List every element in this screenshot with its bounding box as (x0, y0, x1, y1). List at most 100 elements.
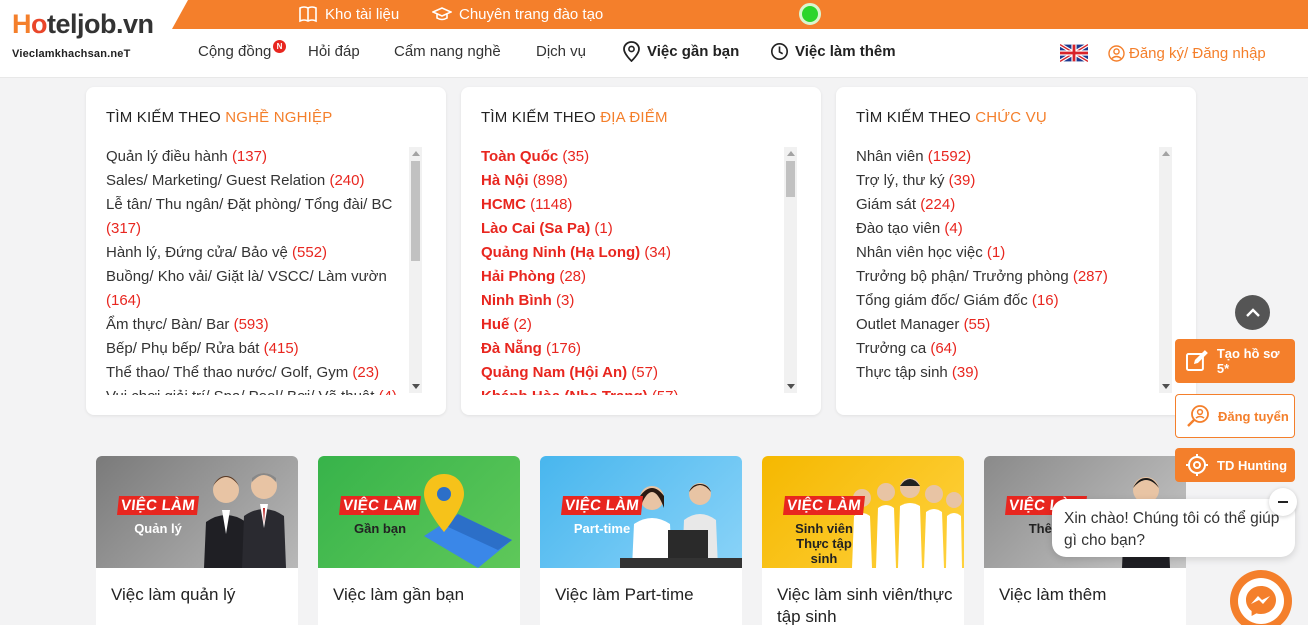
messenger-icon-holder (1238, 578, 1284, 624)
nav-nearby[interactable]: Việc gần bạn (622, 41, 739, 62)
list-item[interactable]: Vui chơi giải trí/ Spa/ Pool/ Bơi/ Võ th… (106, 385, 411, 395)
list-item[interactable]: Trợ lý, thư ký (39) (856, 169, 1161, 193)
list-item-count: (39) (948, 172, 976, 189)
edit-icon (1185, 350, 1208, 371)
target-icon (1186, 454, 1208, 476)
list-item-count: (552) (292, 244, 328, 261)
list-item[interactable]: Trưởng ca (64) (856, 337, 1161, 361)
nav-community[interactable]: Cộng đồng (198, 43, 271, 60)
scrollbar[interactable] (1159, 147, 1172, 393)
chat-greeting-bubble[interactable]: Xin chào! Chúng tôi có thể giúp gì cho b… (1052, 499, 1295, 557)
list-item[interactable]: Ninh Bình (3) (481, 289, 786, 313)
list-item[interactable]: Lào Cai (Sa Pa) (1) (481, 217, 786, 241)
list-item[interactable]: Toàn Quốc (35) (481, 145, 786, 169)
panel-title: TÌM KIẾM THEO NGHỀ NGHIỆP (106, 109, 333, 126)
list-item-label: Ẩm thực/ Bàn/ Bar (106, 316, 234, 333)
uk-flag-icon[interactable] (1060, 44, 1088, 62)
list-item[interactable]: Outlet Manager (55) (856, 313, 1161, 337)
card-title: Việc làm Part-time (555, 585, 694, 604)
location-list: Toàn Quốc (35) Hà Nội (898) HCMC (1148) Lào… (481, 145, 786, 395)
create-cv-button[interactable]: Tạo hồ sơ 5* (1175, 339, 1295, 383)
card-title: Việc làm sinh viên/thực tập sinh (777, 585, 953, 625)
list-item-label: Vui chơi giải trí/ Spa/ Pool/ Bơi/ Võ th… (106, 388, 379, 395)
site-logo[interactable]: Hoteljob.vn Vieclamkhachsan.neT (12, 8, 154, 66)
list-item-count: (2) (513, 316, 532, 333)
nav-extra-jobs[interactable]: Việc làm thêm (770, 41, 896, 62)
list-item[interactable]: Giám sát (224) (856, 193, 1161, 217)
scroll-down-arrow[interactable] (787, 384, 795, 389)
list-item[interactable]: Bếp/ Phụ bếp/ Rửa bát (415) (106, 337, 411, 361)
list-item-label: Hà Nội (481, 172, 533, 189)
list-item[interactable]: Nhân viên (1592) (856, 145, 1161, 169)
card-management-jobs[interactable]: VIỆC LÀM Quản lý Việc làm quản lý (96, 456, 298, 625)
list-item-label: Buồng/ Kho vải/ Giặt là/ VSCC/ Làm vườn (106, 268, 387, 285)
list-item[interactable]: HCMC (1148) (481, 193, 786, 217)
list-item[interactable]: Tổng giám đốc/ Giám đốc (16) (856, 289, 1161, 313)
scroll-thumb[interactable] (411, 161, 420, 261)
list-item-label: Sales/ Marketing/ Guest Relation (106, 172, 330, 189)
list-item[interactable]: Ẩm thực/ Bàn/ Bar (593) (106, 313, 411, 337)
location-pin-icon (623, 41, 640, 62)
scrollbar[interactable] (409, 147, 422, 393)
new-badge: N (273, 40, 286, 53)
list-item-label: Hải Phòng (481, 268, 560, 285)
training-link[interactable]: Chuyên trang đào tạo (432, 5, 603, 23)
scroll-up-arrow[interactable] (787, 151, 795, 156)
post-job-button[interactable]: Đăng tuyển (1175, 394, 1295, 438)
list-item[interactable]: Hà Nội (898) (481, 169, 786, 193)
top-bar: Kho tài liệu Chuyên trang đào tạo (172, 0, 1308, 29)
card-parttime-jobs[interactable]: VIỆC LÀM Part-time Việc làm Part-time (540, 456, 742, 625)
list-item-count: (1592) (927, 148, 972, 165)
list-item-count: (64) (930, 340, 958, 357)
list-item[interactable]: Hải Phòng (28) (481, 265, 786, 289)
list-item-label: Quảng Nam (Hội An) (481, 364, 632, 381)
list-item[interactable]: Đào tạo viên (4) (856, 217, 1161, 241)
list-item[interactable]: Đà Nẵng (176) (481, 337, 786, 361)
list-item-label: Đà Nẵng (481, 340, 547, 357)
docs-label: Kho tài liệu (325, 5, 400, 23)
list-item[interactable]: Thực tập sinh (39) (856, 361, 1161, 385)
list-item[interactable]: Thể thao/ Thể thao nước/ Golf, Gym (23) (106, 361, 411, 385)
messenger-icon (1246, 586, 1276, 616)
list-item[interactable]: Lễ tân/ Thu ngân/ Đặt phòng/ Tổng đài/ B… (106, 193, 411, 241)
td-hunting-button[interactable]: TD Hunting (1175, 448, 1295, 482)
list-item[interactable]: Quản lý điều hành (137) (106, 145, 411, 169)
list-item-count: (34) (644, 244, 671, 261)
nav-services[interactable]: Dịch vụ (536, 43, 586, 60)
list-item-label: Toàn Quốc (481, 148, 563, 165)
list-item-count: (176) (546, 340, 582, 357)
search-person-icon (1187, 405, 1209, 427)
card-student-intern-jobs[interactable]: VIỆC LÀM Sinh viên Thực tập sinh Việc là… (762, 456, 964, 625)
list-item-count: (16) (1031, 292, 1059, 309)
card-image-label: VIỆC LÀM Gần bạn (339, 496, 422, 536)
list-item[interactable]: Khánh Hòa (Nha Trang) (57) (481, 385, 786, 395)
docs-link[interactable]: Kho tài liệu (298, 5, 399, 23)
students-illustration (852, 478, 962, 568)
list-item-count: (287) (1072, 268, 1108, 285)
list-item[interactable]: Quảng Nam (Hội An) (57) (481, 361, 786, 385)
list-item-label: Giám sát (856, 196, 921, 213)
chat-minimize-button[interactable] (1269, 488, 1297, 516)
scroll-down-arrow[interactable] (1162, 384, 1170, 389)
card-image: VIỆC LÀM Gần bạn (318, 456, 520, 568)
list-item[interactable]: Buồng/ Kho vải/ Giặt là/ VSCC/ Làm vườn … (106, 265, 411, 313)
scroll-thumb[interactable] (786, 161, 795, 197)
list-item[interactable]: Sales/ Marketing/ Guest Relation (240) (106, 169, 411, 193)
login-link[interactable]: Đăng ký/ Đăng nhập (1108, 45, 1266, 62)
list-item[interactable]: Trưởng bộ phận/ Trưởng phòng (287) (856, 265, 1161, 289)
list-item[interactable]: Nhân viên học việc (1) (856, 241, 1161, 265)
scroll-to-top-button[interactable] (1235, 295, 1270, 330)
nav-handbook[interactable]: Cẩm nang nghề (394, 43, 501, 60)
top-bar-cut (172, 0, 188, 29)
scrollbar[interactable] (784, 147, 797, 393)
map-pin-illustration (424, 474, 512, 568)
list-item[interactable]: Huế (2) (481, 313, 786, 337)
messenger-button[interactable] (1230, 570, 1292, 625)
list-item[interactable]: Hành lý, Đứng cửa/ Bảo vệ (552) (106, 241, 411, 265)
scroll-up-arrow[interactable] (1162, 151, 1170, 156)
card-nearby-jobs[interactable]: VIỆC LÀM Gần bạn Việc làm gần bạn (318, 456, 520, 625)
nav-qa[interactable]: Hỏi đáp (308, 43, 360, 60)
scroll-up-arrow[interactable] (412, 151, 420, 156)
scroll-down-arrow[interactable] (412, 384, 420, 389)
list-item[interactable]: Quảng Ninh (Hạ Long) (34) (481, 241, 786, 265)
